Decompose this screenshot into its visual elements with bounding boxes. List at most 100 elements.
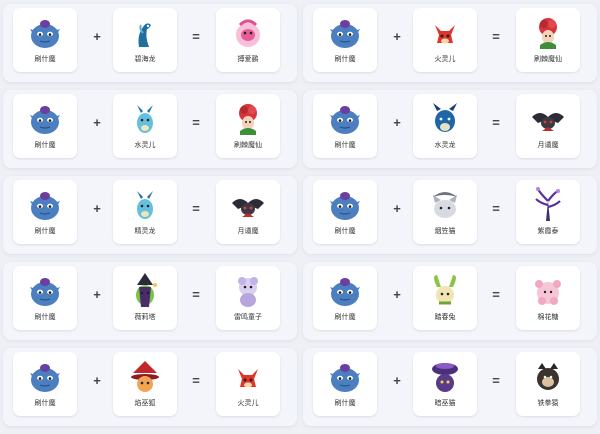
- creature-tile[interactable]: 碧海龙: [113, 8, 177, 72]
- creature-tile[interactable]: 焰巫狐: [113, 352, 177, 416]
- creature-name: 紫霞泰: [537, 228, 559, 235]
- creature-name: 刷什魔: [334, 314, 356, 321]
- creature-tile[interactable]: 刷什魔: [13, 180, 77, 244]
- creature-name: 水灵龙: [434, 142, 456, 149]
- creature-name: 棉花糖: [537, 314, 559, 321]
- creature-tile[interactable]: 刷棘魔仙: [516, 8, 580, 72]
- creature-tile[interactable]: 踏春兔: [413, 266, 477, 330]
- creature-name: 碧海龙: [134, 56, 156, 63]
- blue-imp-icon: [325, 357, 365, 397]
- lilac-child-icon: [228, 271, 268, 311]
- fusion-recipe-card: 刷什魔 + 烟笠猫 = 紫霞泰: [303, 176, 597, 254]
- creature-tile[interactable]: 刷什魔: [13, 266, 77, 330]
- creature-name: 焰巫狐: [134, 400, 156, 407]
- creature-name: 踏春兔: [434, 314, 456, 321]
- rose-fairy-icon: [528, 13, 568, 53]
- purple-tree-icon: [528, 185, 568, 225]
- creature-name: 薇莉塔: [134, 314, 156, 321]
- creature-tile[interactable]: 刷棘魔仙: [216, 94, 280, 158]
- dark-bat-icon: [228, 185, 268, 225]
- equals-sign: =: [492, 373, 500, 388]
- creature-tile[interactable]: 搏爱鹂: [216, 8, 280, 72]
- blue-imp-icon: [325, 271, 365, 311]
- cyan-deer-icon: [125, 99, 165, 139]
- creature-tile[interactable]: 月谲魔: [216, 180, 280, 244]
- creature-tile[interactable]: 火灵儿: [216, 352, 280, 416]
- creature-tile[interactable]: 薇莉塔: [113, 266, 177, 330]
- dark-monkey-icon: [528, 357, 568, 397]
- creature-tile[interactable]: 刷什魔: [13, 94, 77, 158]
- pink-bear-icon: [528, 271, 568, 311]
- creature-name: 精灵龙: [134, 228, 156, 235]
- creature-tile[interactable]: 精灵龙: [113, 180, 177, 244]
- equals-sign: =: [492, 115, 500, 130]
- equals-sign: =: [192, 287, 200, 302]
- fusion-recipe-card: 刷什魔 + 水灵儿 = 刷棘魔仙: [3, 90, 297, 168]
- creature-name: 刷什魔: [34, 400, 56, 407]
- creature-tile[interactable]: 月谲魔: [516, 94, 580, 158]
- creature-name: 刷什魔: [34, 314, 56, 321]
- creature-name: 搏爱鹂: [237, 56, 259, 63]
- creature-tile[interactable]: 刷什魔: [313, 8, 377, 72]
- creature-name: 刷什魔: [34, 56, 56, 63]
- creature-tile[interactable]: 雷鸣童子: [216, 266, 280, 330]
- creature-name: 刷什魔: [334, 142, 356, 149]
- creature-tile[interactable]: 刷什魔: [13, 352, 77, 416]
- fusion-recipe-card: 刷什魔 + 碧海龙 = 搏爱鹂: [3, 4, 297, 82]
- creature-tile[interactable]: 烟笠猫: [413, 180, 477, 244]
- plus-sign: +: [93, 29, 101, 44]
- blue-imp-icon: [25, 271, 65, 311]
- plus-sign: +: [393, 29, 401, 44]
- pink-bird-icon: [228, 13, 268, 53]
- rose-fairy-icon: [228, 99, 268, 139]
- gray-cat-icon: [425, 185, 465, 225]
- blue-imp-icon: [325, 185, 365, 225]
- creature-name: 火灵儿: [237, 400, 259, 407]
- creature-name: 雷鸣童子: [234, 314, 262, 321]
- fusion-recipe-card: 刷什魔 + 精灵龙 = 月谲魔: [3, 176, 297, 254]
- blue-imp-icon: [325, 13, 365, 53]
- creature-name: 月谲魔: [537, 142, 559, 149]
- leaf-rabbit-icon: [425, 271, 465, 311]
- red-hat-fox-icon: [125, 357, 165, 397]
- creature-tile[interactable]: 暗巫猫: [413, 352, 477, 416]
- creature-tile[interactable]: 紫霞泰: [516, 180, 580, 244]
- creature-tile[interactable]: 刷什魔: [313, 180, 377, 244]
- creature-name: 铁拳猿: [537, 400, 559, 407]
- equals-sign: =: [192, 115, 200, 130]
- creature-tile[interactable]: 刷什魔: [313, 266, 377, 330]
- fusion-recipe-card: 刷什魔 + 火灵儿 = 刷棘魔仙: [303, 4, 597, 82]
- creature-name: 烟笠猫: [434, 228, 456, 235]
- creature-name: 刷棘魔仙: [534, 56, 562, 63]
- equals-sign: =: [492, 201, 500, 216]
- blue-imp-icon: [325, 99, 365, 139]
- equals-sign: =: [492, 287, 500, 302]
- creature-tile[interactable]: 铁拳猿: [516, 352, 580, 416]
- blue-imp-icon: [25, 357, 65, 397]
- creature-tile[interactable]: 刷什魔: [313, 94, 377, 158]
- creature-tile[interactable]: 刷什魔: [313, 352, 377, 416]
- fusion-recipe-card: 刷什魔 + 焰巫狐 = 火灵儿: [3, 348, 297, 426]
- purple-cat-icon: [425, 357, 465, 397]
- fusion-recipe-card: 刷什魔 + 薇莉塔 = 雷鸣童子: [3, 262, 297, 340]
- creature-name: 刷什魔: [34, 142, 56, 149]
- plus-sign: +: [93, 287, 101, 302]
- blue-imp-icon: [25, 185, 65, 225]
- creature-tile[interactable]: 棉花糖: [516, 266, 580, 330]
- fusion-grid: 刷什魔 + 碧海龙 = 搏爱鹂 刷什魔 + 火灵儿 = 刷棘魔仙 刷什魔 + 水灵儿 = 刷棘魔仙 刷什魔 + 水…: [0, 0, 600, 434]
- plus-sign: +: [393, 373, 401, 388]
- creature-name: 火灵儿: [434, 56, 456, 63]
- red-fox-icon: [228, 357, 268, 397]
- creature-tile[interactable]: 火灵儿: [413, 8, 477, 72]
- blue-imp-icon: [25, 13, 65, 53]
- equals-sign: =: [192, 201, 200, 216]
- cyan-deer-icon: [125, 185, 165, 225]
- creature-name: 刷什魔: [334, 400, 356, 407]
- equals-sign: =: [192, 373, 200, 388]
- creature-tile[interactable]: 水灵儿: [113, 94, 177, 158]
- creature-name: 暗巫猫: [434, 400, 456, 407]
- creature-tile[interactable]: 水灵龙: [413, 94, 477, 158]
- creature-tile[interactable]: 刷什魔: [13, 8, 77, 72]
- creature-name: 刷棘魔仙: [234, 142, 262, 149]
- blue-imp-icon: [25, 99, 65, 139]
